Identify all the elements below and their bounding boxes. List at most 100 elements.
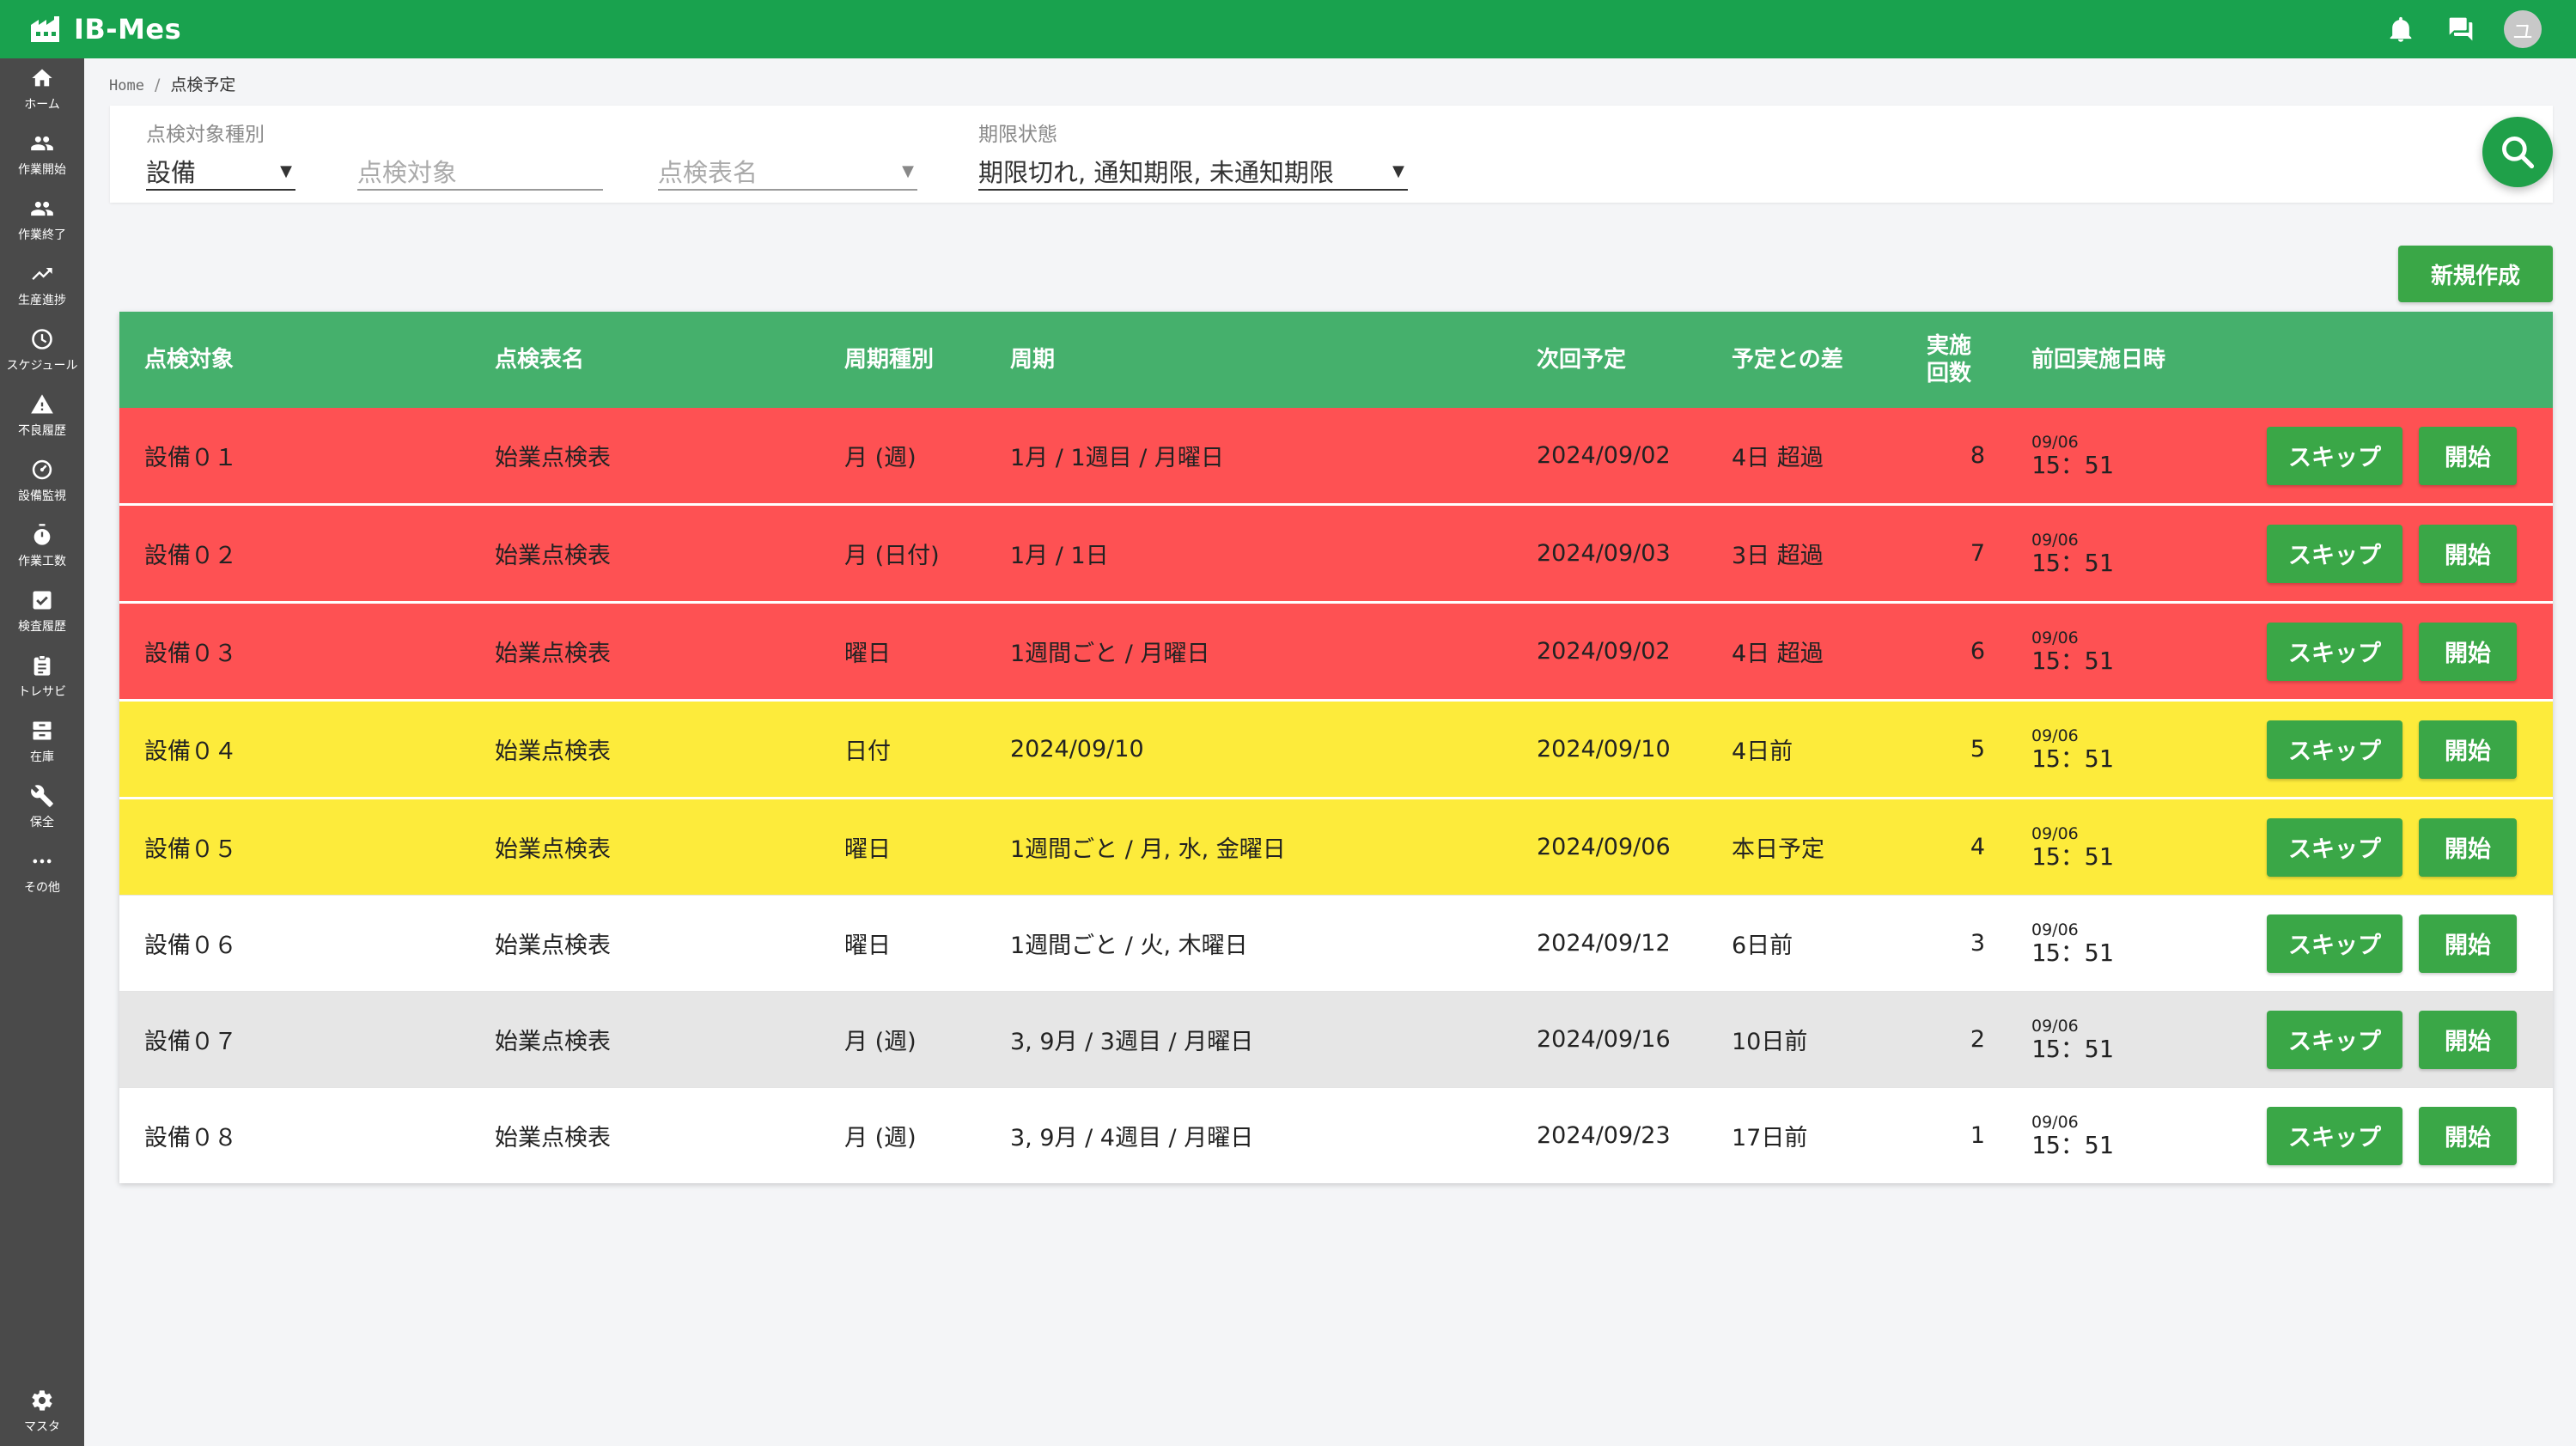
cell-cycle-type: 日付	[844, 738, 891, 765]
table-row[interactable]: 設備０４ 始業点検表 日付 2024/09/10 2024/09/10 4日前 5 09/06…	[119, 699, 2553, 797]
header-cycle-type: 周期種別	[844, 346, 935, 373]
last-exec-time: 15：51	[2031, 841, 2114, 871]
skip-button[interactable]: スキップ	[2267, 817, 2402, 877]
people-icon	[31, 136, 53, 151]
cell-sheet: 始業点検表	[495, 1029, 611, 1055]
header-last-exec: 前回実施日時	[2031, 346, 2166, 373]
dropdown-arrow-icon: ▼	[1392, 161, 1404, 180]
sidebar-item-work-end[interactable]: 作業終了	[0, 189, 84, 251]
cell-sheet: 始業点検表	[495, 836, 611, 863]
clock-icon	[32, 329, 52, 349]
cell-last-exec: 09/06 15：51	[2031, 408, 2113, 503]
sidebar-item-maintenance[interactable]: 保全	[0, 776, 84, 838]
table-row[interactable]: 設備０３ 始業点検表 曜日 1週間ごと / 月曜日 2024/09/02 4日 超過 6 09…	[119, 601, 2553, 699]
skip-button[interactable]: スキップ	[2267, 720, 2402, 779]
cell-next-date: 2024/09/02	[1537, 638, 1671, 665]
cell-diff: 4日 超過	[1732, 445, 1824, 471]
cell-sheet: 始業点検表	[495, 933, 611, 959]
sidebar-item-label: 検査履歴	[18, 620, 66, 634]
sidebar-item-traceability[interactable]: トレサビ	[0, 646, 84, 708]
cell-next-date: 2024/09/02	[1537, 442, 1671, 469]
start-button[interactable]: 開始	[2419, 1106, 2517, 1165]
last-exec-time: 15：51	[2031, 1130, 2114, 1159]
header-count-line1: 実施	[1927, 332, 1972, 359]
start-button[interactable]: 開始	[2419, 720, 2517, 779]
table-row[interactable]: 設備０５ 始業点検表 曜日 1週間ごと / 月, 水, 金曜日 2024/09/06 本日…	[119, 797, 2553, 895]
app-title: IB-Mes	[74, 13, 182, 46]
inspection-schedule-table: 点検対象 点検表名 周期種別 周期 次回予定 予定との差 実施 回数 前回実施日…	[119, 312, 2553, 1183]
sidebar-item-inspection-history[interactable]: 検査履歴	[0, 580, 84, 642]
skip-button[interactable]: スキップ	[2267, 1106, 2402, 1165]
last-exec-time: 15：51	[2031, 1034, 2114, 1063]
sidebar-item-equipment-monitor[interactable]: 設備監視	[0, 450, 84, 512]
table-row[interactable]: 設備０６ 始業点検表 曜日 1週間ごと / 火, 木曜日 2024/09/12 6日前 3 0…	[119, 895, 2553, 991]
skip-button[interactable]: スキップ	[2267, 914, 2402, 973]
cell-next-date: 2024/09/12	[1537, 930, 1671, 957]
sidebar-item-work-start[interactable]: 作業開始	[0, 124, 84, 185]
header-count-line2: 回数	[1927, 361, 1972, 386]
start-button[interactable]: 開始	[2419, 817, 2517, 877]
cell-count: 2	[1970, 1026, 1985, 1053]
last-exec-time: 15：51	[2031, 450, 2114, 479]
cell-last-exec: 09/06 15：51	[2031, 702, 2113, 797]
cell-diff: 4日 超過	[1732, 641, 1824, 667]
sidebar-item-production-progress[interactable]: 生産進捗	[0, 254, 84, 316]
sidebar-item-label: 生産進捗	[18, 294, 66, 307]
clipboard-icon	[33, 654, 51, 676]
start-button[interactable]: 開始	[2419, 622, 2517, 681]
cell-diff: 6日前	[1732, 933, 1793, 959]
new-create-button[interactable]: 新規作成	[2398, 246, 2553, 302]
avatar[interactable]: ユ	[2504, 10, 2542, 48]
cell-cycle-type: 月 (週)	[844, 445, 917, 471]
skip-button[interactable]: スキップ	[2267, 426, 2402, 485]
inventory-icon	[33, 721, 52, 740]
sidebar-item-home[interactable]: ホーム	[0, 58, 84, 120]
sidebar-item-defect-history[interactable]: 不良履歴	[0, 385, 84, 447]
sidebar-item-work-hours[interactable]: 作業工数	[0, 515, 84, 577]
cell-cycle-type: 月 (週)	[844, 1029, 917, 1055]
dropdown-arrow-icon: ▼	[902, 161, 914, 180]
skip-button[interactable]: スキップ	[2267, 622, 2402, 681]
brand[interactable]: IB-Mes	[29, 13, 181, 46]
search-button[interactable]	[2482, 117, 2553, 187]
table-body: 設備０１ 始業点検表月 (週) 1月 / 1週目 / 月曜日 2024/09/02 4日…	[119, 408, 2553, 1183]
cell-next-date: 2024/09/06	[1537, 834, 1671, 860]
sidebar-item-other[interactable]: その他	[0, 841, 84, 903]
cell-target: 設備０６	[144, 933, 237, 959]
header-sheet: 点検表名	[495, 346, 585, 373]
sidebar-item-master[interactable]: マスタ	[0, 1381, 84, 1443]
cell-target: 設備０８	[144, 1125, 237, 1151]
table-row[interactable]: 設備０２ 始業点検表 月 (日付) 1月 / 1日 2024/09/03 3日 超過 7 09…	[119, 503, 2553, 601]
deadline-status-box[interactable]: 期限切れ, 通知期限, 未通知期限 ▼	[978, 153, 1408, 191]
target-placeholder: 点検対象	[357, 158, 458, 187]
cell-target: 設備０５	[144, 836, 237, 863]
skip-button[interactable]: スキップ	[2267, 1010, 2402, 1069]
cell-next-date: 2024/09/10	[1537, 736, 1671, 762]
target-type-value-box[interactable]: 設備 ▼	[146, 153, 295, 191]
target-input-box[interactable]: 点検対象	[357, 153, 603, 191]
table-row[interactable]: 設備０７ 始業点検表 月 (週) 3, 9月 / 3週目 / 月曜日 2024/09/1…	[119, 991, 2553, 1087]
cell-cycle: 1月 / 1週目 / 月曜日	[1010, 445, 1224, 471]
chat-icon[interactable]	[2444, 12, 2478, 46]
cell-cycle: 3, 9月 / 3週目 / 月曜日	[1010, 1029, 1254, 1055]
sidebar-item-inventory[interactable]: 在庫	[0, 711, 84, 773]
sidebar-item-label: 在庫	[30, 750, 54, 764]
bell-icon[interactable]	[2384, 12, 2418, 46]
breadcrumb-home-link[interactable]: Home	[109, 77, 144, 94]
header-diff: 予定との差	[1732, 346, 1843, 373]
cell-last-exec: 09/06 15：51	[2031, 896, 2113, 991]
start-button[interactable]: 開始	[2419, 914, 2517, 973]
start-button[interactable]: 開始	[2419, 524, 2517, 583]
cell-last-exec: 09/06 15：51	[2031, 1088, 2113, 1183]
skip-button[interactable]: スキップ	[2267, 524, 2402, 583]
sidebar-item-label: ホーム	[24, 98, 60, 112]
start-button[interactable]: 開始	[2419, 426, 2517, 485]
start-button[interactable]: 開始	[2419, 1010, 2517, 1069]
table-row[interactable]: 設備０８ 始業点検表 月 (週) 3, 9月 / 4週目 / 月曜日 2024/09/2…	[119, 1087, 2553, 1183]
last-exec-date: 09/06	[2031, 726, 2079, 745]
table-row[interactable]: 設備０１ 始業点検表 月 (週) 1月 / 1週目 / 月曜日 2024/09/02 4日…	[119, 408, 2553, 503]
cell-sheet: 始業点検表	[495, 543, 611, 569]
header-cycle: 周期	[1010, 346, 1056, 373]
sidebar-item-schedule[interactable]: スケジュール	[0, 319, 84, 381]
sheet-name-box[interactable]: 点検表名 ▼	[658, 153, 917, 191]
